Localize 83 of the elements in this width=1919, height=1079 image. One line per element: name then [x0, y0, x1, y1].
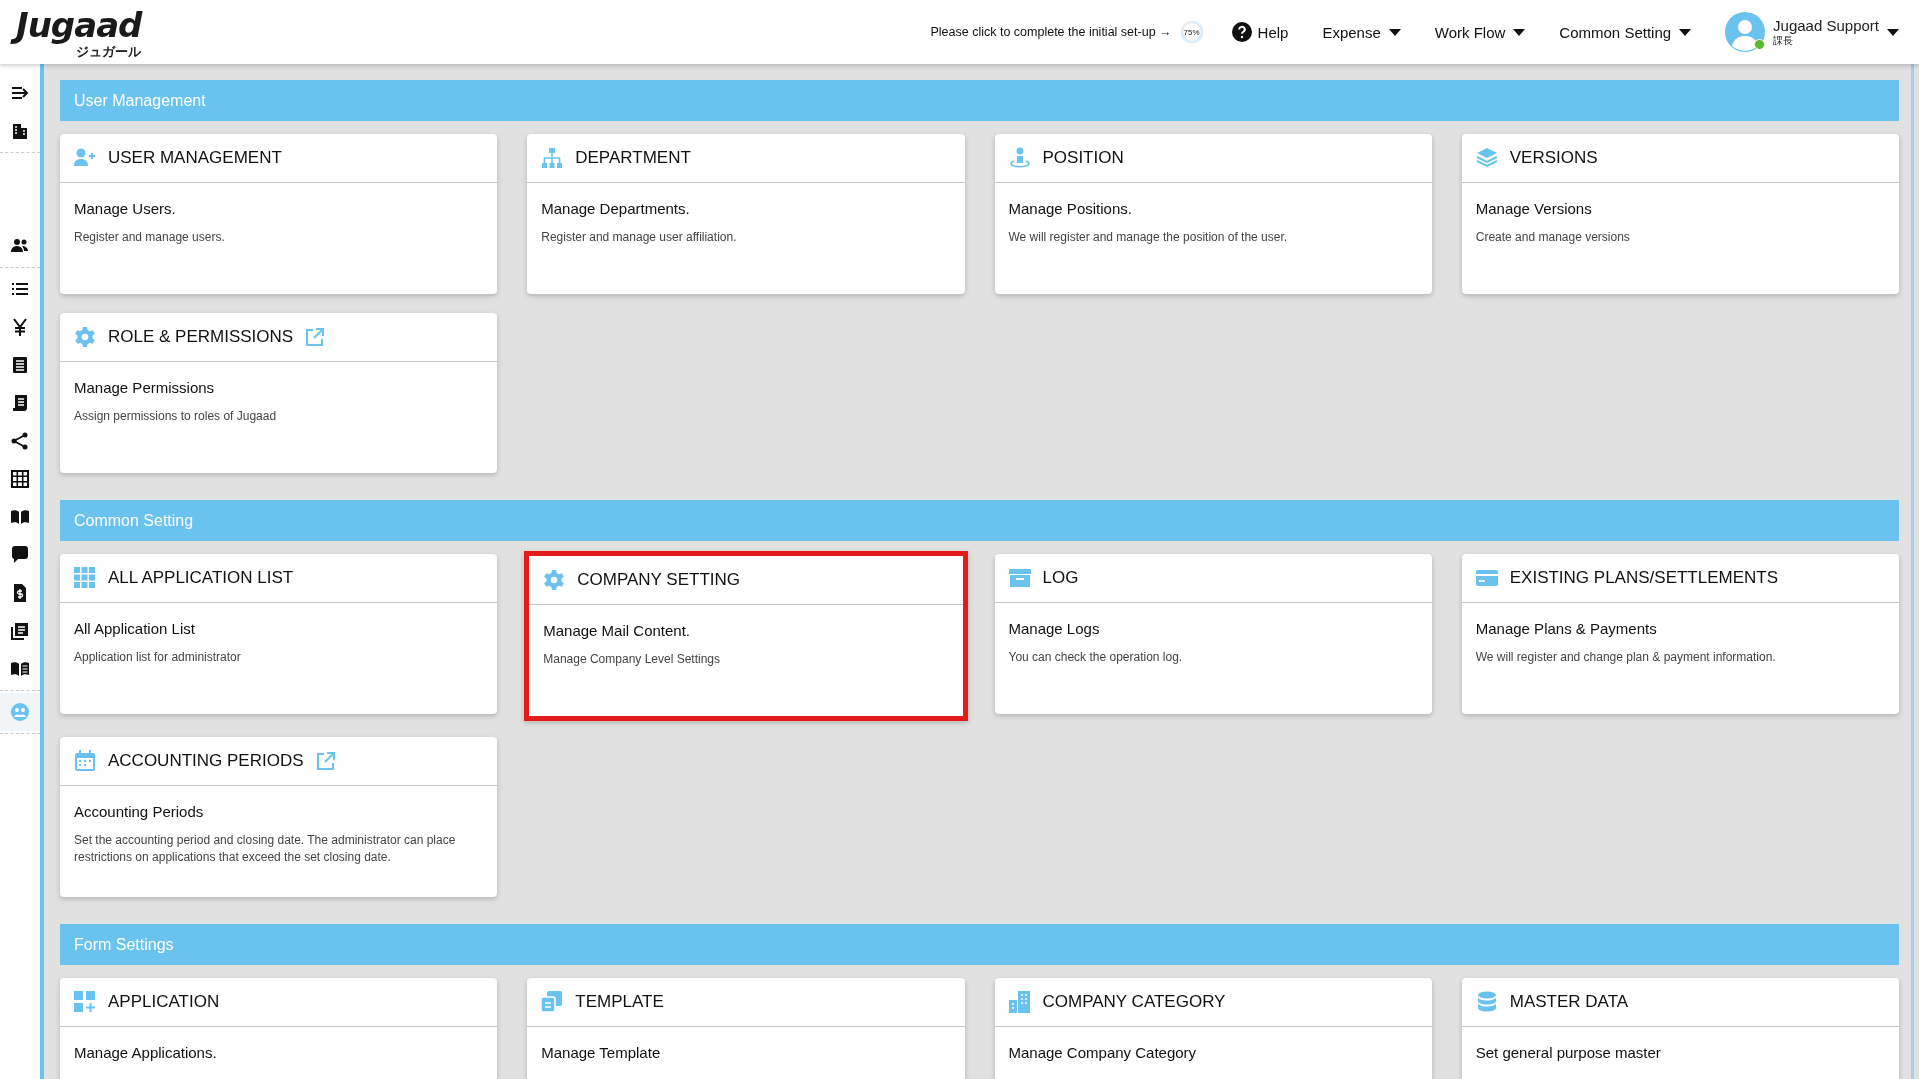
- card-title: ALL APPLICATION LIST: [108, 568, 294, 588]
- card-description: Create and manage versions: [1475, 229, 1631, 246]
- user-name[interactable]: Jugaad Support: [1773, 18, 1879, 35]
- card-title: USER MANAGEMENT: [108, 148, 282, 168]
- setting-card[interactable]: APPLICATION Manage Applications.: [60, 978, 498, 1079]
- gear-icon: [543, 569, 566, 591]
- setting-card[interactable]: DEPARTMENT Manage Departments. Register and manage user affiliation.: [527, 134, 965, 294]
- card-description: We will register and change plan & payment information.: [1475, 649, 1777, 666]
- setting-card[interactable]: ACCOUNTING PERIODS Accounting Periods Set the accounting period and closing date. The administrator can place restrictions on applications that exceed the set closing date.: [60, 737, 498, 897]
- buildings-icon: [1008, 991, 1031, 1013]
- setting-card[interactable]: MASTER DATA Set general purpose master: [1461, 978, 1899, 1079]
- setting-card[interactable]: EXISTING PLANS/SETTLEMENTS Manage Plans & Payments We will register and change plan & payment information.: [1461, 554, 1899, 714]
- card-title: DEPARTMENT: [575, 148, 691, 168]
- nav-menu[interactable]: Expense: [1322, 19, 1401, 45]
- archive-icon: [1008, 567, 1031, 589]
- card-title: VERSIONS: [1509, 148, 1598, 168]
- setting-card[interactable]: TEMPLATE Manage Template: [527, 978, 965, 1079]
- card-title: LOG: [1042, 568, 1079, 588]
- card-description: We will register and manage the position of the user.: [1008, 229, 1289, 246]
- section-header: User Management: [60, 80, 1899, 121]
- help-link[interactable]: Help: [1231, 18, 1289, 46]
- layers-icon: [1475, 147, 1498, 169]
- setting-card[interactable]: COMPANY CATEGORY Manage Company Category: [994, 978, 1432, 1079]
- card-title: ACCOUNTING PERIODS: [108, 751, 304, 771]
- card-title: EXISTING PLANS/SETTLEMENTS: [1509, 568, 1779, 588]
- apps-grid-icon: [74, 567, 96, 589]
- database-icon: [1475, 991, 1498, 1013]
- card-title: MASTER DATA: [1509, 992, 1629, 1012]
- copy-doc-icon: [541, 991, 564, 1013]
- card-headline: Manage Versions: [1475, 200, 1593, 217]
- gear-icon: [74, 326, 96, 348]
- user-add-icon: [74, 147, 96, 169]
- section-header: Common Setting: [60, 500, 1899, 541]
- card-headline: Accounting Periods: [74, 803, 205, 820]
- user-role: 課長: [1773, 34, 1795, 46]
- card-title: COMPANY CATEGORY: [1042, 992, 1226, 1012]
- setting-card[interactable]: ROLE & PERMISSIONS Manage Permissions Assign permissions to roles of Jugaad: [60, 313, 498, 473]
- card-title: COMPANY SETTING: [577, 570, 741, 590]
- caret-icon: [1679, 28, 1692, 36]
- setup-prompt[interactable]: Please click to complete the initial set-up →: [930, 25, 1172, 39]
- app-tiles-icon: [74, 991, 96, 1013]
- card-description: Application list for administrator: [74, 649, 242, 666]
- setting-card[interactable]: POSITION Manage Positions. We will register and manage the position of the user.: [994, 134, 1432, 294]
- logo-subtitle: ジュガール: [76, 43, 142, 60]
- caret-icon[interactable]: [1887, 28, 1899, 36]
- card-headline: Set general purpose master: [1475, 1044, 1662, 1061]
- setting-card[interactable]: USER MANAGEMENT Manage Users. Register and manage users.: [60, 134, 498, 294]
- person-pin-icon: [1008, 147, 1031, 169]
- setting-card[interactable]: VERSIONS Manage Versions Create and manage versions: [1461, 134, 1899, 294]
- card-headline: Manage Template: [541, 1044, 662, 1061]
- card-description: Assign permissions to roles of Jugaad: [74, 408, 278, 425]
- setting-card[interactable]: ALL APPLICATION LIST All Application List Application list for administrator: [60, 554, 498, 714]
- scrollbar[interactable]: [1911, 64, 1914, 1079]
- card-description: Manage Company Level Settings: [543, 651, 722, 668]
- setting-card[interactable]: LOG Manage Logs You can check the operation log.: [994, 554, 1432, 714]
- card-headline: Manage Permissions: [74, 379, 216, 396]
- card-description: You can check the operation log.: [1008, 649, 1184, 666]
- nav-menu[interactable]: Common Setting: [1559, 19, 1692, 45]
- card-description: Set the accounting period and closing date. The administrator can place restrictions on applications that exceed the set closing date.: [74, 832, 457, 867]
- setting-card[interactable]: COMPANY SETTING Manage Mail Content. Manage Company Level Settings: [524, 551, 968, 721]
- card-headline: Manage Departments.: [541, 200, 691, 217]
- card-title: POSITION: [1042, 148, 1124, 168]
- card-title: ROLE & PERMISSIONS: [108, 327, 294, 347]
- card-headline: Manage Logs: [1008, 620, 1101, 637]
- help-icon: [1231, 22, 1252, 42]
- org-chart-icon: [541, 147, 564, 169]
- nav-menu[interactable]: Work Flow: [1434, 19, 1526, 45]
- section-header: Form Settings: [60, 924, 1899, 965]
- card-headline: Manage Company Category: [1008, 1044, 1198, 1061]
- card-headline: All Application List: [74, 620, 196, 637]
- calendar-icon: [74, 750, 96, 772]
- card-title: TEMPLATE: [575, 992, 664, 1012]
- credit-card-icon: [1475, 567, 1498, 589]
- card-headline: Manage Users.: [74, 200, 177, 217]
- card-title: APPLICATION: [108, 992, 220, 1012]
- card-description: Register and manage user affiliation.: [541, 229, 738, 246]
- caret-icon: [1388, 28, 1401, 36]
- card-description: Register and manage users.: [74, 229, 226, 246]
- card-headline: Manage Applications.: [74, 1044, 218, 1061]
- card-headline: Manage Plans & Payments: [1475, 620, 1658, 637]
- caret-icon: [1513, 28, 1526, 36]
- card-headline: Manage Positions.: [1008, 200, 1133, 217]
- card-headline: Manage Mail Content.: [543, 622, 691, 639]
